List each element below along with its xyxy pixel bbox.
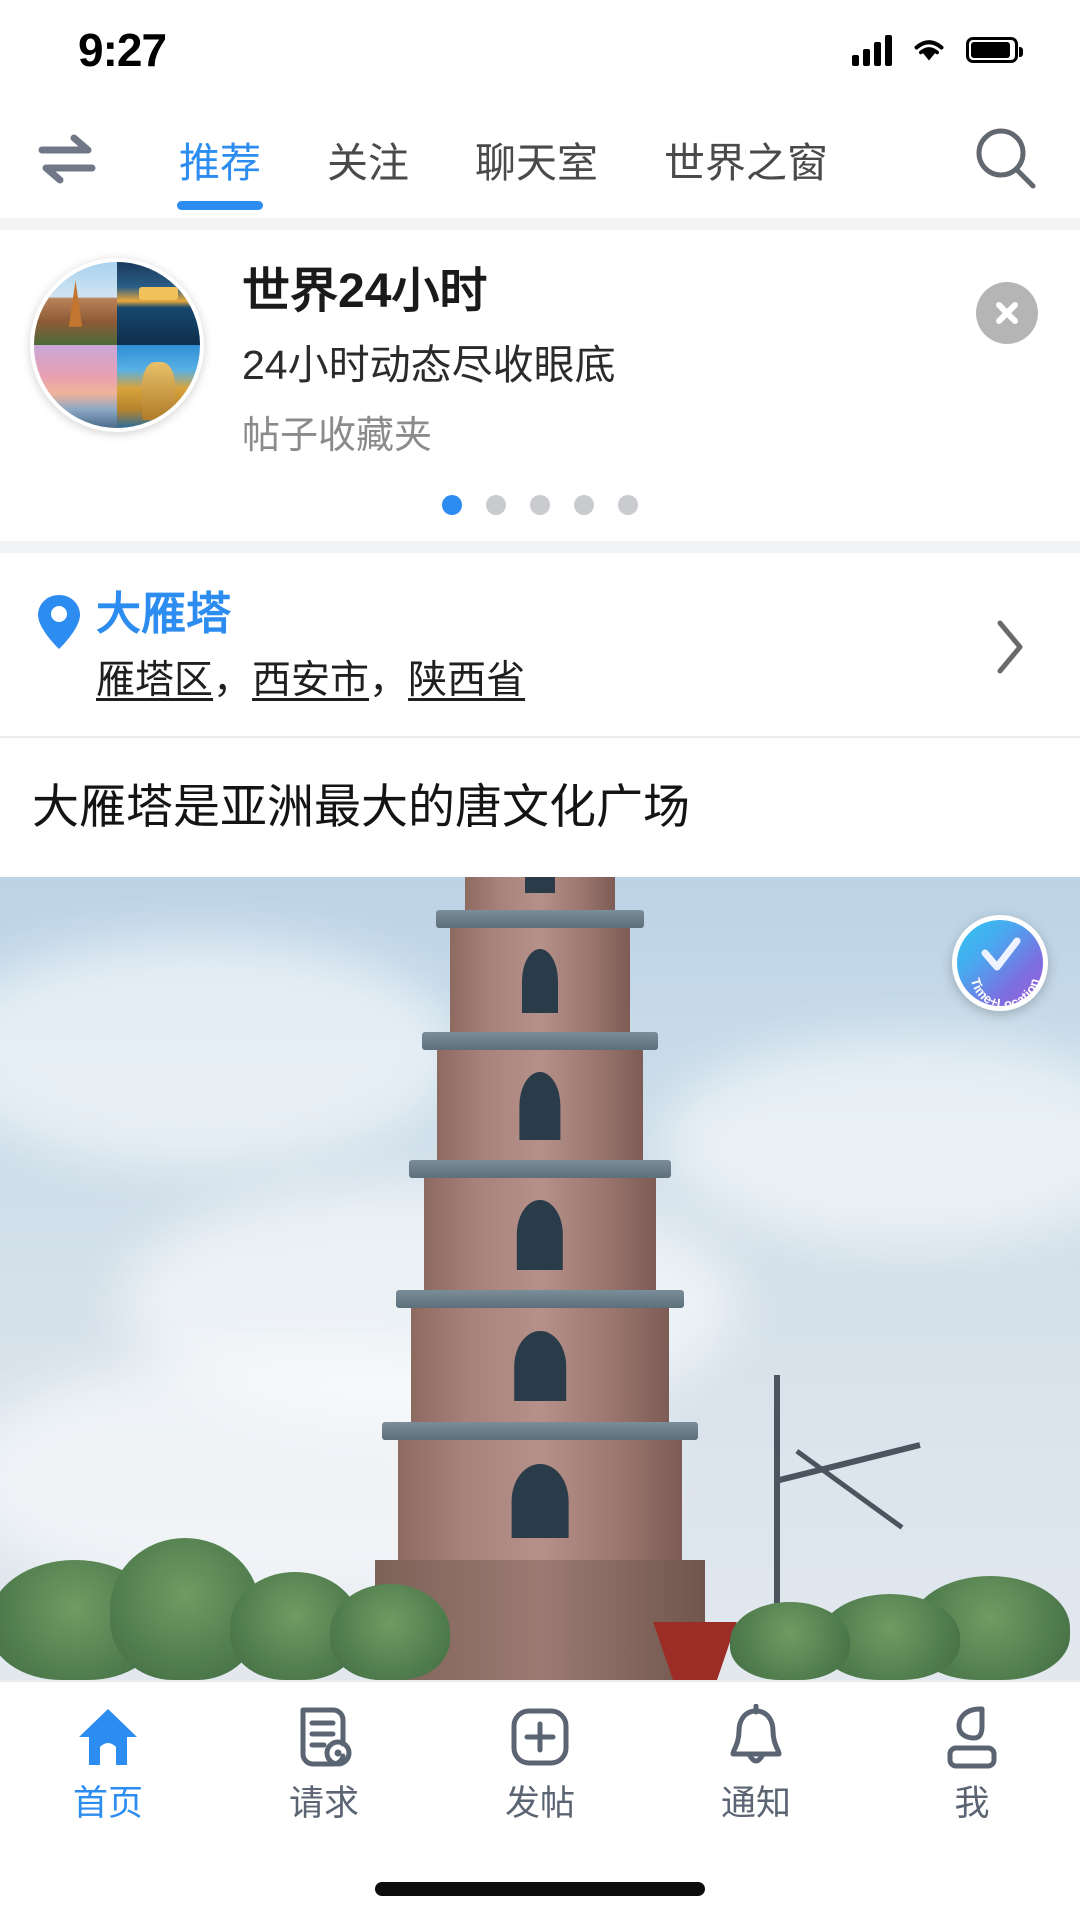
collage-cell — [117, 262, 200, 345]
app-screen: 9:27 推荐 关注 聊天室 世界之窗 世界24小时 24小时动态尽收眼底 帖子… — [0, 0, 1080, 1920]
chevron-right-icon[interactable] — [980, 618, 1040, 676]
swap-arrows-icon[interactable] — [30, 122, 104, 196]
tab-recommend[interactable]: 推荐 — [146, 100, 294, 218]
pagination-dot[interactable] — [486, 495, 506, 516]
promo-subtitle: 24小时动态尽收眼底 — [242, 341, 616, 388]
address-separator: ， — [213, 659, 253, 703]
promo-row: 世界24小时 24小时动态尽收眼底 帖子收藏夹 — [30, 258, 1050, 459]
nav-item-post[interactable]: 发帖 — [432, 1700, 648, 1821]
tree-line — [0, 1530, 1080, 1680]
document-location-icon — [293, 1700, 355, 1774]
nav-label-home: 首页 — [72, 1784, 143, 1823]
nav-item-notifications[interactable]: 通知 — [648, 1700, 864, 1821]
bell-icon — [726, 1700, 786, 1774]
pagination-dot[interactable] — [618, 495, 638, 516]
location-district[interactable]: 雁塔区 — [96, 659, 213, 702]
status-icons — [852, 34, 1023, 66]
location-pin-icon — [26, 587, 92, 651]
search-icon[interactable] — [966, 119, 1046, 199]
cloud-shape — [660, 1036, 1080, 1247]
pagination-dot[interactable] — [574, 495, 594, 516]
promo-title: 世界24小时 — [242, 265, 488, 318]
collage-cell — [34, 345, 117, 428]
collage-cell — [117, 345, 200, 428]
post-image[interactable]: Time+Location — [0, 876, 1080, 1680]
promo-meta: 帖子收藏夹 — [242, 414, 433, 457]
location-texts: 大雁塔 雁塔区，西安市，陕西省 — [92, 587, 980, 706]
header-divider — [0, 218, 1080, 230]
promo-banner[interactable]: 世界24小时 24小时动态尽收眼底 帖子收藏夹 — [0, 230, 1080, 542]
tab-following[interactable]: 关注 — [294, 100, 442, 218]
nav-item-profile[interactable]: 我 — [864, 1700, 1080, 1821]
location-name[interactable]: 大雁塔 — [96, 587, 980, 641]
address-separator: ， — [369, 659, 409, 703]
home-indicator[interactable] — [375, 1882, 705, 1896]
nav-item-requests[interactable]: 请求 — [216, 1700, 432, 1821]
tab-bar: 推荐 关注 聊天室 世界之窗 — [104, 100, 962, 218]
plus-square-icon — [508, 1700, 572, 1774]
lamp-arm — [778, 1442, 921, 1483]
home-indicator-area — [0, 1858, 1080, 1920]
location-city[interactable]: 西安市 — [252, 659, 369, 702]
tab-world-window[interactable]: 世界之窗 — [631, 100, 861, 218]
nav-item-home[interactable]: 首页 — [0, 1700, 216, 1821]
status-time: 9:27 — [78, 24, 167, 76]
checkmark-icon — [981, 937, 1021, 971]
wifi-icon — [914, 40, 944, 61]
status-bar: 9:27 — [0, 0, 1080, 100]
location-address[interactable]: 雁塔区，西安市，陕西省 — [96, 657, 980, 706]
app-header: 推荐 关注 聊天室 世界之窗 — [0, 100, 1080, 218]
location-province[interactable]: 陕西省 — [408, 659, 525, 702]
nav-label-requests: 请求 — [288, 1784, 359, 1823]
nav-label-post: 发帖 — [504, 1784, 575, 1823]
photo-collage-avatar[interactable] — [30, 258, 204, 432]
cellular-signal-icon — [852, 34, 892, 66]
post-title: 大雁塔是亚洲最大的唐文化广场 — [0, 738, 1080, 877]
promo-texts: 世界24小时 24小时动态尽收眼底 帖子收藏夹 — [204, 258, 1050, 459]
nav-label-notifications: 通知 — [720, 1784, 791, 1823]
tab-chatroom[interactable]: 聊天室 — [442, 100, 631, 218]
status-badge: Time+Location — [952, 914, 1048, 1011]
location-card[interactable]: 大雁塔 雁塔区，西安市，陕西省 — [0, 553, 1080, 737]
promo-divider — [0, 541, 1080, 554]
person-icon — [943, 1700, 1001, 1774]
home-icon — [75, 1700, 141, 1774]
carousel-pagination — [30, 459, 1050, 541]
collage-cell — [34, 262, 117, 345]
close-icon[interactable] — [976, 282, 1038, 344]
battery-icon — [966, 37, 1023, 63]
bottom-navigation: 首页 请求 发帖 通知 我 — [0, 1680, 1080, 1858]
pagination-dot[interactable] — [530, 495, 550, 516]
pagination-dot[interactable] — [442, 495, 462, 516]
nav-label-profile: 我 — [954, 1784, 990, 1823]
